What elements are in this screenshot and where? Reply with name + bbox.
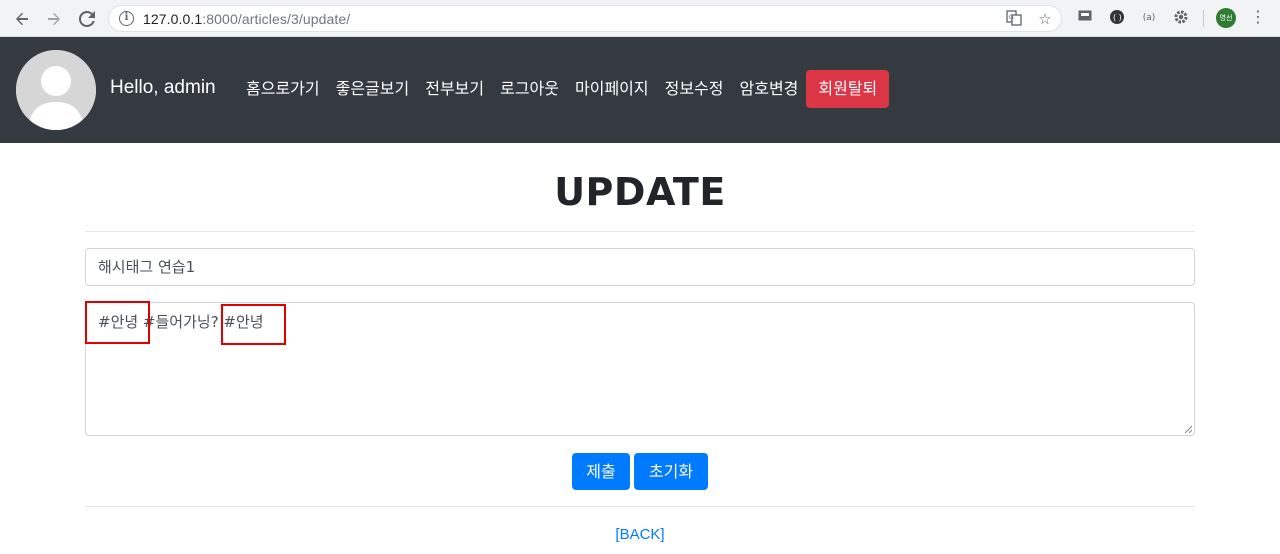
nav-link-good-posts[interactable]: 좋은글보기 <box>328 70 418 108</box>
nav-link-mypage[interactable]: 마이페이지 <box>567 70 657 108</box>
info-icon[interactable]: i <box>119 11 134 26</box>
url-host: 127.0.0.1 <box>143 11 203 27</box>
extension-circle-icon[interactable]: ( ) <box>1108 9 1126 27</box>
bookmark-star-icon[interactable]: ☆ <box>1036 10 1054 28</box>
nav-link-home[interactable]: 홈으로가기 <box>238 70 328 108</box>
svg-text:G: G <box>1009 14 1014 21</box>
divider-top <box>85 231 1195 232</box>
nav-menu: 홈으로가기 좋은글보기 전부보기 로그아웃 마이페이지 정보수정 암호변경 회원… <box>238 70 890 108</box>
forward-arrow-icon[interactable] <box>42 7 66 31</box>
nav-link-edit-profile[interactable]: 정보수정 <box>657 70 732 108</box>
kebab-menu-icon[interactable]: ⋮ <box>1249 8 1267 26</box>
extension-text-icon[interactable]: (a) <box>1140 9 1158 27</box>
back-link[interactable]: [BACK] <box>0 526 1280 543</box>
annotation-box-1 <box>85 301 150 344</box>
reset-button[interactable]: 초기화 <box>634 453 708 490</box>
back-arrow-icon[interactable] <box>10 7 34 31</box>
submit-button[interactable]: 제출 <box>572 453 630 490</box>
delete-account-button[interactable]: 회원탈퇴 <box>806 70 890 108</box>
nav-link-all[interactable]: 전부보기 <box>417 70 492 108</box>
user-avatar-icon <box>16 50 96 130</box>
url-path: :8000/articles/3/update/ <box>202 11 351 27</box>
title-input[interactable]: 해시태그 연습1 <box>85 248 1195 286</box>
page-title: UPDATE <box>554 170 726 214</box>
gear-icon[interactable] <box>1172 9 1190 27</box>
svg-text:( ): ( ) <box>1113 13 1122 22</box>
address-bar[interactable]: i 127.0.0.1:8000/articles/3/update/ G ☆ <box>108 5 1062 32</box>
annotation-box-2 <box>221 304 286 345</box>
reload-icon[interactable] <box>75 7 99 31</box>
browser-toolbar: i 127.0.0.1:8000/articles/3/update/ G ☆ … <box>0 0 1280 37</box>
divider-bottom <box>85 506 1195 507</box>
extension-screen-icon[interactable] <box>1076 9 1094 27</box>
site-navbar: Hello, admin 홈으로가기 좋은글보기 전부보기 로그아웃 마이페이지… <box>0 37 1280 143</box>
toolbar-divider <box>1203 10 1204 27</box>
url-text[interactable]: 127.0.0.1:8000/articles/3/update/ <box>143 11 350 27</box>
nav-link-logout[interactable]: 로그아웃 <box>492 70 567 108</box>
resize-grip-icon[interactable] <box>1184 425 1192 433</box>
translate-icon[interactable]: G <box>1005 10 1023 28</box>
nav-link-change-password[interactable]: 암호변경 <box>732 70 807 108</box>
greeting-text: Hello, admin <box>110 77 216 98</box>
profile-avatar[interactable]: 영선 <box>1216 8 1236 28</box>
